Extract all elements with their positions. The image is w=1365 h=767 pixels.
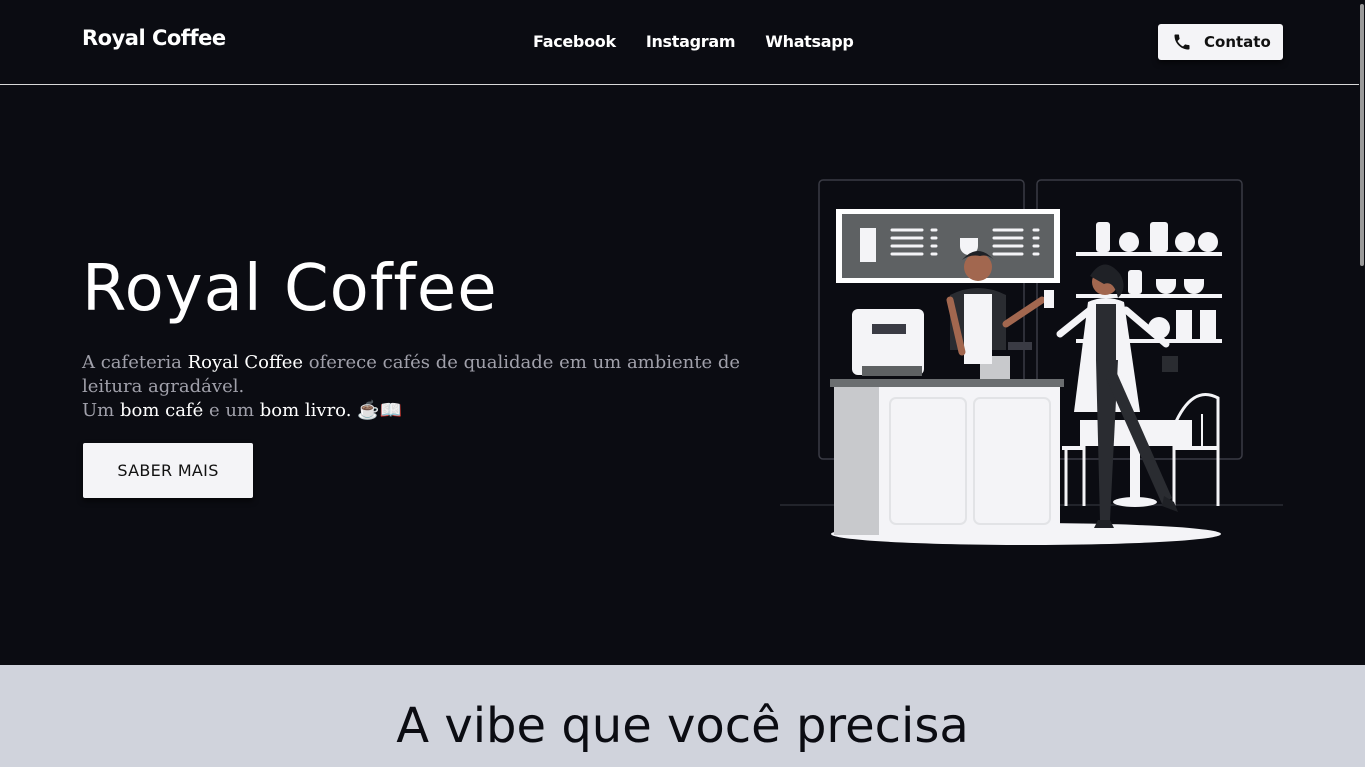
scrollbar[interactable] xyxy=(1359,0,1365,767)
hero-text-highlight: bom livro. xyxy=(259,400,352,421)
hero-description: A cafeteria Royal Coffee oferece cafés d… xyxy=(82,351,762,423)
contact-button[interactable]: Contato xyxy=(1158,24,1283,60)
site-header: Royal Coffee Facebook Instagram Whatsapp… xyxy=(0,0,1365,85)
brand-logo[interactable]: Royal Coffee xyxy=(82,26,226,50)
hero-text-part: Um xyxy=(82,400,120,421)
nav-link-facebook[interactable]: Facebook xyxy=(533,32,616,51)
section-title: A vibe que você precisa xyxy=(396,698,969,754)
saber-mais-button[interactable]: SABER MAIS xyxy=(83,443,253,498)
phone-icon xyxy=(1174,34,1190,50)
scrollbar-thumb[interactable] xyxy=(1360,4,1364,266)
coffee-book-emoji: ☕📖 xyxy=(351,400,402,421)
coffee-shop-illustration xyxy=(780,179,1283,545)
hero-text-part: e um xyxy=(203,400,260,421)
hero-text-part: A cafeteria xyxy=(82,352,188,373)
hero-text-highlight: bom café xyxy=(119,400,204,421)
vibe-section: A vibe que você precisa xyxy=(0,665,1365,767)
main-nav: Facebook Instagram Whatsapp xyxy=(533,32,854,51)
nav-link-whatsapp[interactable]: Whatsapp xyxy=(765,32,854,51)
hero-title: Royal Coffee xyxy=(82,252,498,326)
nav-link-instagram[interactable]: Instagram xyxy=(646,32,736,51)
contact-label: Contato xyxy=(1204,33,1271,51)
hero-text-highlight: Royal Coffee xyxy=(187,352,304,373)
